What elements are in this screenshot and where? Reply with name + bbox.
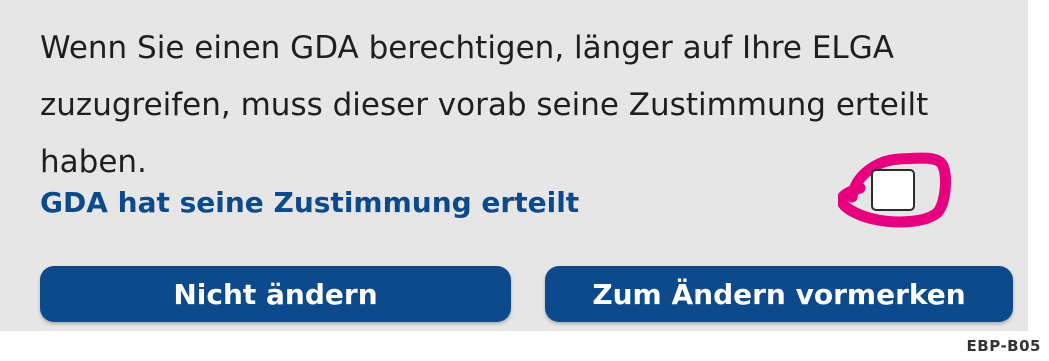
keep-button[interactable]: Nicht ändern: [40, 266, 511, 322]
consent-label: GDA hat seine Zustimmung erteilt: [40, 186, 580, 219]
consent-checkbox-highlight: [838, 152, 954, 228]
mark-for-change-button[interactable]: Zum Ändern vormerken: [545, 266, 1013, 322]
consent-dialog: Wenn Sie einen GDA berechtigen, länger a…: [0, 0, 1028, 331]
screen-code: EBP-B05: [966, 337, 1041, 355]
consent-checkbox[interactable]: [871, 169, 915, 211]
